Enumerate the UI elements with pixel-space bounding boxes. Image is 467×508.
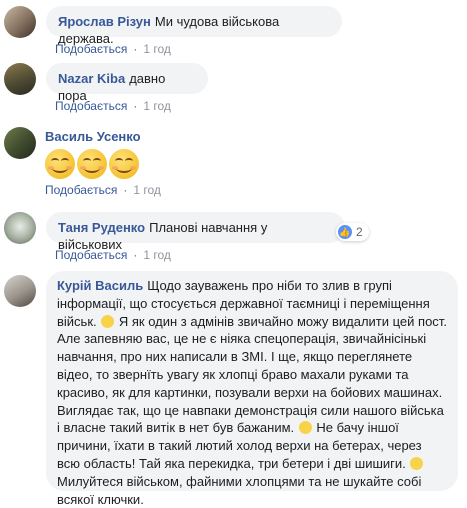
comment-timestamp[interactable]: 1 год xyxy=(133,183,161,197)
thumbs-up-icon: 👍 xyxy=(338,225,352,239)
smiling-face-icon xyxy=(109,149,139,179)
like-link[interactable]: Подобається xyxy=(55,42,127,56)
comment-bubble: Таня Руденко Планові навчання у військови… xyxy=(46,212,345,252)
avatar[interactable] xyxy=(4,212,36,244)
comment-text: Милуйтеся військом, файними хлопцями та … xyxy=(57,473,422,507)
emoji-row xyxy=(45,149,141,179)
comment-timestamp[interactable]: 1 год xyxy=(143,99,171,113)
comment-actions: Подобається · 1 год xyxy=(55,42,171,56)
like-link[interactable]: Подобається xyxy=(55,248,127,262)
like-link[interactable]: Подобається xyxy=(45,183,117,197)
avatar[interactable] xyxy=(4,63,36,95)
comment-bubble: Василь Усенко xyxy=(33,121,161,152)
avatar[interactable] xyxy=(4,6,36,38)
comment-author-link[interactable]: Ярослав Різун xyxy=(58,14,151,29)
smiling-face-icon xyxy=(45,149,75,179)
smiling-face-icon xyxy=(410,456,424,470)
comment-bubble: Nazar Kiba давно пора xyxy=(46,63,208,103)
smiling-face-icon xyxy=(77,149,107,179)
comment-author-link[interactable]: Василь Усенко xyxy=(45,129,141,144)
comment-author-link[interactable]: Nazar Kiba xyxy=(58,71,125,86)
comment-actions: Подобається · 1 год xyxy=(55,248,171,262)
comment-bubble: Курій Василь Щодо зауважень про ніби то з… xyxy=(46,271,458,507)
avatar[interactable] xyxy=(4,127,36,159)
comment-timestamp[interactable]: 1 год xyxy=(143,248,171,262)
comment-text: Я як один з адмінів звичайно можу видали… xyxy=(57,313,447,436)
comment-actions: Подобається · 1 год xyxy=(55,99,171,113)
smiling-face-icon xyxy=(298,421,312,435)
comment-bubble: Ярослав Різун Ми чудова військова держава… xyxy=(46,6,342,46)
smiling-face-icon xyxy=(101,314,115,328)
comment-author-link[interactable]: Курій Василь xyxy=(57,278,143,293)
comment-actions: Подобається · 1 год xyxy=(45,183,161,197)
reaction-count-badge[interactable]: 👍 2 xyxy=(336,223,369,241)
comment-author-link[interactable]: Таня Руденко xyxy=(58,220,145,235)
like-link[interactable]: Подобається xyxy=(55,99,127,113)
reaction-count: 2 xyxy=(356,225,363,239)
comment-timestamp[interactable]: 1 год xyxy=(143,42,171,56)
avatar[interactable] xyxy=(4,275,36,307)
